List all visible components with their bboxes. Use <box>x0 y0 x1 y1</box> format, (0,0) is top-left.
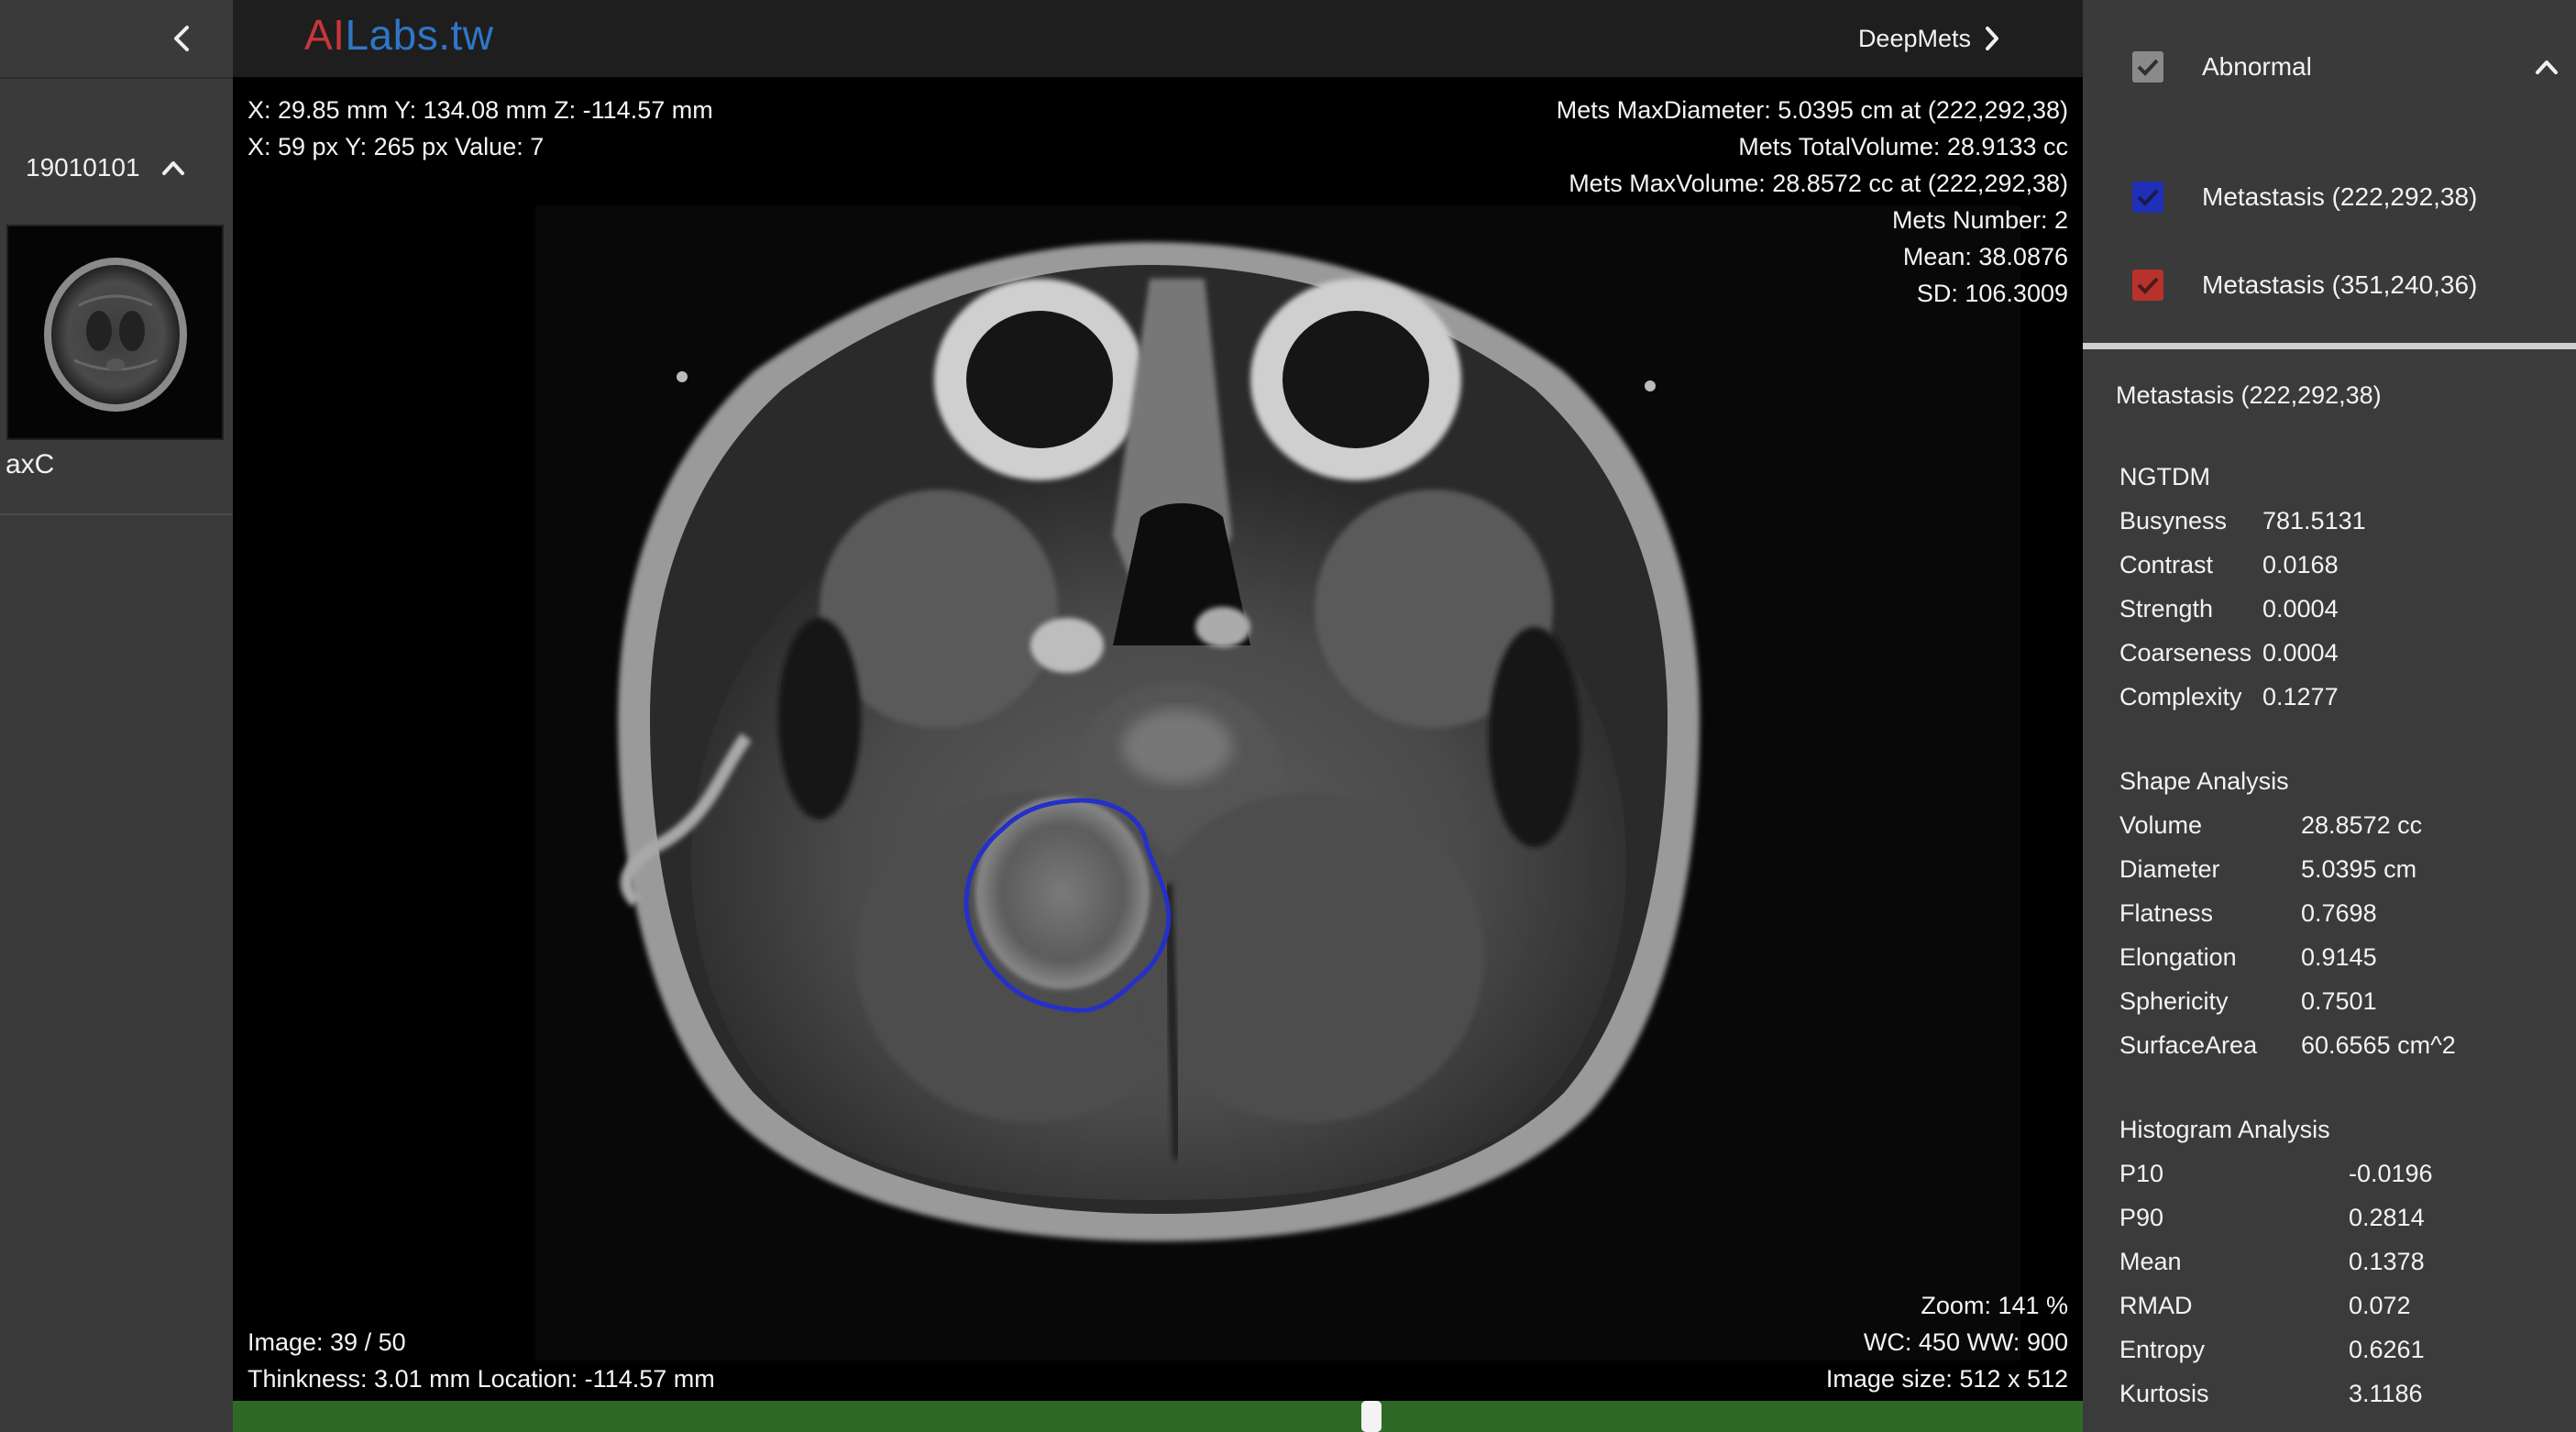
metric-row: P10 -0.0196 <box>2119 1160 2433 1187</box>
ngtdm-section: NGTDM Busyness 781.5131 Contrast 0.0168 St… <box>2119 455 2366 719</box>
metric-row: Contrast 0.0168 <box>2119 551 2339 578</box>
finding-label: Metastasis (222,292,38) <box>2202 182 2478 211</box>
deepmets-button[interactable]: DeepMets <box>1858 17 2000 61</box>
metric-row: Busyness 781.5131 <box>2119 507 2366 534</box>
chevron-right-icon <box>1986 27 1998 50</box>
abnormal-collapse-toggle[interactable] <box>2526 47 2567 87</box>
series-panel-header <box>0 0 233 79</box>
metric-row: P90 0.2814 <box>2119 1204 2425 1231</box>
deepmets-label: DeepMets <box>1857 24 1971 52</box>
slice-slider[interactable] <box>233 1401 2083 1432</box>
finding-item[interactable]: Metastasis (222,292,38) <box>2083 165 2576 229</box>
abnormal-label: Abnormal <box>2202 52 2312 81</box>
study-row[interactable]: 19010101 <box>0 138 233 198</box>
checkmark-icon <box>2137 189 2159 206</box>
series-label: axC <box>6 449 55 479</box>
top-bar: AILabs.tw DeepMets <box>233 0 2083 77</box>
series-thumbnail[interactable] <box>6 225 224 440</box>
metric-row: Flatness 0.7698 <box>2119 899 2377 927</box>
image-viewport[interactable]: X: 29.85 mm Y: 134.08 mm Z: -114.57 mm X… <box>233 77 2083 1401</box>
chevron-left-icon <box>174 26 189 51</box>
study-id: 19010101 <box>26 153 140 182</box>
detail-title: Metastasis (222,292,38) <box>2116 381 2382 409</box>
checkmark-icon <box>2137 59 2159 76</box>
findings-panel: Abnormal Metastasis (222,292,38) Metasta… <box>2083 0 2576 1432</box>
metric-row: Elongation 0.9145 <box>2119 943 2377 971</box>
study-collapse-toggle[interactable] <box>155 149 192 186</box>
histogram-analysis-section: Histogram Analysis P10 -0.0196 P90 0.2814 … <box>2119 1107 2433 1415</box>
metric-row: Strength 0.0004 <box>2119 595 2339 622</box>
checkmark-icon <box>2137 277 2159 294</box>
metric-row: Coarseness 0.0004 <box>2119 639 2339 666</box>
series-panel: 19010101 axC <box>0 0 235 1432</box>
app-logo: AILabs.tw <box>304 11 494 59</box>
metric-row: Sphericity 0.7501 <box>2119 987 2377 1015</box>
metric-row: Kurtosis 3.1186 <box>2119 1380 2423 1407</box>
display-settings-overlay: Zoom: 141 % WC: 450 WW: 900 Image size: … <box>1825 1292 2068 1393</box>
divider <box>0 513 233 515</box>
abnormal-checkbox[interactable] <box>2132 51 2163 83</box>
finding-label: Metastasis (351,240,36) <box>2202 270 2478 299</box>
findings-list: Abnormal Metastasis (222,292,38) Metasta… <box>2083 0 2576 343</box>
brain-thumbnail-image <box>43 257 187 412</box>
section-title: Shape Analysis <box>2119 767 2289 795</box>
shape-analysis-section: Shape Analysis Volume 28.8572 cc Diameter… <box>2119 759 2456 1067</box>
section-title: Histogram Analysis <box>2119 1116 2330 1143</box>
metric-row: Volume 28.8572 cc <box>2119 811 2423 839</box>
metric-row: Complexity 0.1277 <box>2119 683 2339 710</box>
metric-row: SurfaceArea 60.6565 cm^2 <box>2119 1031 2456 1059</box>
finding-item[interactable]: Metastasis (351,240,36) <box>2083 253 2576 317</box>
metric-row: Mean 0.1378 <box>2119 1248 2425 1275</box>
collapse-panel-button[interactable] <box>156 13 207 64</box>
slice-info-overlay: Image: 39 / 50 Thinkness: 3.01 mm Locati… <box>248 1328 715 1393</box>
finding-checkbox-red[interactable] <box>2132 270 2163 301</box>
chevron-up-icon <box>2536 61 2558 74</box>
mets-stats-overlay: Mets MaxDiameter: 5.0395 cm at (222,292,… <box>1556 96 2068 307</box>
chevron-up-icon <box>161 161 184 175</box>
cursor-position-overlay: X: 29.85 mm Y: 134.08 mm Z: -114.57 mm X… <box>248 96 713 160</box>
metric-row: RMAD 0.072 <box>2119 1292 2411 1319</box>
section-title: NGTDM <box>2119 463 2210 490</box>
metric-row: Entropy 0.6261 <box>2119 1336 2425 1363</box>
abnormal-group-row[interactable]: Abnormal <box>2083 35 2576 99</box>
slice-slider-handle[interactable] <box>1361 1401 1382 1432</box>
metric-row: Diameter 5.0395 cm <box>2119 855 2417 883</box>
divider <box>2083 343 2576 349</box>
finding-checkbox-blue[interactable] <box>2132 182 2163 213</box>
